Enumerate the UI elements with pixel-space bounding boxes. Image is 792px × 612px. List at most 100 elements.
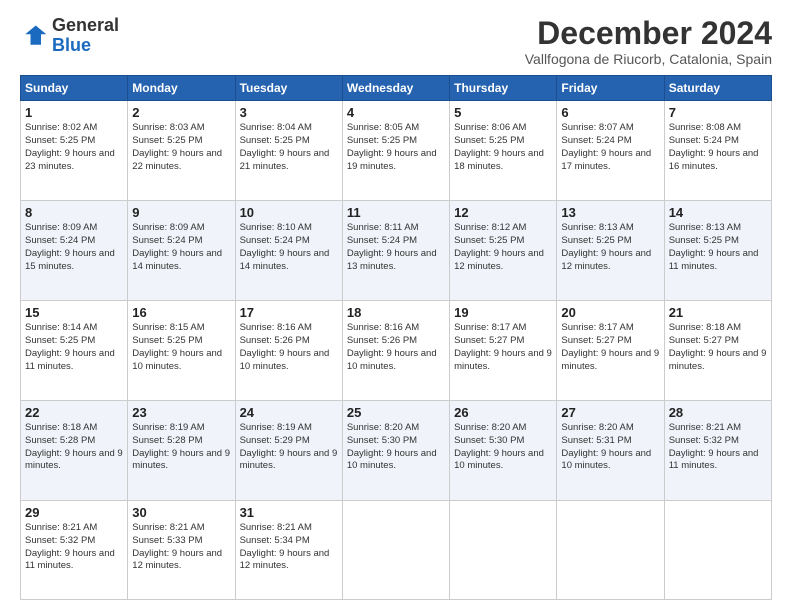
col-friday: Friday — [557, 76, 664, 101]
day-cell-13: 13 Sunrise: 8:13 AM Sunset: 5:25 PM Dayl… — [557, 201, 664, 301]
col-tuesday: Tuesday — [235, 76, 342, 101]
day-info: Sunrise: 8:19 AM Sunset: 5:29 PM Dayligh… — [240, 422, 338, 473]
day-number: 22 — [25, 405, 123, 420]
day-cell-empty — [664, 501, 771, 600]
day-cell-10: 10 Sunrise: 8:10 AM Sunset: 5:24 PM Dayl… — [235, 201, 342, 301]
day-number: 12 — [454, 205, 552, 220]
day-info: Sunrise: 8:10 AM Sunset: 5:24 PM Dayligh… — [240, 222, 338, 273]
header: General Blue December 2024 Vallfogona de… — [20, 16, 772, 67]
day-info: Sunrise: 8:21 AM Sunset: 5:34 PM Dayligh… — [240, 522, 338, 573]
col-thursday: Thursday — [450, 76, 557, 101]
day-info: Sunrise: 8:03 AM Sunset: 5:25 PM Dayligh… — [132, 122, 230, 173]
day-number: 21 — [669, 305, 767, 320]
day-cell-29: 29 Sunrise: 8:21 AM Sunset: 5:32 PM Dayl… — [21, 501, 128, 600]
day-cell-9: 9 Sunrise: 8:09 AM Sunset: 5:24 PM Dayli… — [128, 201, 235, 301]
day-cell-21: 21 Sunrise: 8:18 AM Sunset: 5:27 PM Dayl… — [664, 301, 771, 401]
day-cell-5: 5 Sunrise: 8:06 AM Sunset: 5:25 PM Dayli… — [450, 101, 557, 201]
day-cell-1: 1 Sunrise: 8:02 AM Sunset: 5:25 PM Dayli… — [21, 101, 128, 201]
day-number: 2 — [132, 105, 230, 120]
day-number: 27 — [561, 405, 659, 420]
day-number: 16 — [132, 305, 230, 320]
day-info: Sunrise: 8:09 AM Sunset: 5:24 PM Dayligh… — [132, 222, 230, 273]
day-info: Sunrise: 8:20 AM Sunset: 5:30 PM Dayligh… — [347, 422, 445, 473]
col-monday: Monday — [128, 76, 235, 101]
day-cell-20: 20 Sunrise: 8:17 AM Sunset: 5:27 PM Dayl… — [557, 301, 664, 401]
day-number: 5 — [454, 105, 552, 120]
day-cell-11: 11 Sunrise: 8:11 AM Sunset: 5:24 PM Dayl… — [342, 201, 449, 301]
day-number: 29 — [25, 505, 123, 520]
day-info: Sunrise: 8:21 AM Sunset: 5:32 PM Dayligh… — [669, 422, 767, 473]
day-cell-3: 3 Sunrise: 8:04 AM Sunset: 5:25 PM Dayli… — [235, 101, 342, 201]
logo-text-line1: General — [52, 16, 119, 36]
day-number: 23 — [132, 405, 230, 420]
day-info: Sunrise: 8:06 AM Sunset: 5:25 PM Dayligh… — [454, 122, 552, 173]
day-info: Sunrise: 8:17 AM Sunset: 5:27 PM Dayligh… — [561, 322, 659, 373]
day-number: 18 — [347, 305, 445, 320]
day-cell-empty — [342, 501, 449, 600]
day-info: Sunrise: 8:19 AM Sunset: 5:28 PM Dayligh… — [132, 422, 230, 473]
day-info: Sunrise: 8:17 AM Sunset: 5:27 PM Dayligh… — [454, 322, 552, 373]
day-info: Sunrise: 8:21 AM Sunset: 5:33 PM Dayligh… — [132, 522, 230, 573]
day-cell-empty — [557, 501, 664, 600]
day-info: Sunrise: 8:02 AM Sunset: 5:25 PM Dayligh… — [25, 122, 123, 173]
col-sunday: Sunday — [21, 76, 128, 101]
day-number: 10 — [240, 205, 338, 220]
calendar-table: Sunday Monday Tuesday Wednesday Thursday… — [20, 75, 772, 600]
week-row-3: 15 Sunrise: 8:14 AM Sunset: 5:25 PM Dayl… — [21, 301, 772, 401]
day-info: Sunrise: 8:20 AM Sunset: 5:31 PM Dayligh… — [561, 422, 659, 473]
day-cell-24: 24 Sunrise: 8:19 AM Sunset: 5:29 PM Dayl… — [235, 401, 342, 501]
day-number: 3 — [240, 105, 338, 120]
day-number: 6 — [561, 105, 659, 120]
day-info: Sunrise: 8:12 AM Sunset: 5:25 PM Dayligh… — [454, 222, 552, 273]
day-cell-17: 17 Sunrise: 8:16 AM Sunset: 5:26 PM Dayl… — [235, 301, 342, 401]
col-saturday: Saturday — [664, 76, 771, 101]
day-number: 31 — [240, 505, 338, 520]
day-number: 8 — [25, 205, 123, 220]
day-number: 1 — [25, 105, 123, 120]
day-cell-19: 19 Sunrise: 8:17 AM Sunset: 5:27 PM Dayl… — [450, 301, 557, 401]
col-wednesday: Wednesday — [342, 76, 449, 101]
week-row-1: 1 Sunrise: 8:02 AM Sunset: 5:25 PM Dayli… — [21, 101, 772, 201]
day-info: Sunrise: 8:14 AM Sunset: 5:25 PM Dayligh… — [25, 322, 123, 373]
day-info: Sunrise: 8:18 AM Sunset: 5:28 PM Dayligh… — [25, 422, 123, 473]
day-number: 24 — [240, 405, 338, 420]
day-cell-2: 2 Sunrise: 8:03 AM Sunset: 5:25 PM Dayli… — [128, 101, 235, 201]
day-cell-28: 28 Sunrise: 8:21 AM Sunset: 5:32 PM Dayl… — [664, 401, 771, 501]
day-number: 7 — [669, 105, 767, 120]
day-info: Sunrise: 8:05 AM Sunset: 5:25 PM Dayligh… — [347, 122, 445, 173]
day-number: 19 — [454, 305, 552, 320]
calendar-header-row: Sunday Monday Tuesday Wednesday Thursday… — [21, 76, 772, 101]
day-info: Sunrise: 8:08 AM Sunset: 5:24 PM Dayligh… — [669, 122, 767, 173]
title-block: December 2024 Vallfogona de Riucorb, Cat… — [525, 16, 772, 67]
day-info: Sunrise: 8:18 AM Sunset: 5:27 PM Dayligh… — [669, 322, 767, 373]
day-info: Sunrise: 8:13 AM Sunset: 5:25 PM Dayligh… — [669, 222, 767, 273]
day-info: Sunrise: 8:21 AM Sunset: 5:32 PM Dayligh… — [25, 522, 123, 573]
day-info: Sunrise: 8:09 AM Sunset: 5:24 PM Dayligh… — [25, 222, 123, 273]
day-info: Sunrise: 8:04 AM Sunset: 5:25 PM Dayligh… — [240, 122, 338, 173]
day-number: 26 — [454, 405, 552, 420]
day-cell-7: 7 Sunrise: 8:08 AM Sunset: 5:24 PM Dayli… — [664, 101, 771, 201]
page: General Blue December 2024 Vallfogona de… — [0, 0, 792, 612]
day-info: Sunrise: 8:13 AM Sunset: 5:25 PM Dayligh… — [561, 222, 659, 273]
day-number: 11 — [347, 205, 445, 220]
day-cell-30: 30 Sunrise: 8:21 AM Sunset: 5:33 PM Dayl… — [128, 501, 235, 600]
day-cell-16: 16 Sunrise: 8:15 AM Sunset: 5:25 PM Dayl… — [128, 301, 235, 401]
calendar-body: 1 Sunrise: 8:02 AM Sunset: 5:25 PM Dayli… — [21, 101, 772, 600]
day-info: Sunrise: 8:07 AM Sunset: 5:24 PM Dayligh… — [561, 122, 659, 173]
week-row-5: 29 Sunrise: 8:21 AM Sunset: 5:32 PM Dayl… — [21, 501, 772, 600]
day-cell-15: 15 Sunrise: 8:14 AM Sunset: 5:25 PM Dayl… — [21, 301, 128, 401]
day-info: Sunrise: 8:15 AM Sunset: 5:25 PM Dayligh… — [132, 322, 230, 373]
day-number: 25 — [347, 405, 445, 420]
day-cell-22: 22 Sunrise: 8:18 AM Sunset: 5:28 PM Dayl… — [21, 401, 128, 501]
day-cell-18: 18 Sunrise: 8:16 AM Sunset: 5:26 PM Dayl… — [342, 301, 449, 401]
logo: General Blue — [20, 16, 119, 56]
day-cell-26: 26 Sunrise: 8:20 AM Sunset: 5:30 PM Dayl… — [450, 401, 557, 501]
day-cell-6: 6 Sunrise: 8:07 AM Sunset: 5:24 PM Dayli… — [557, 101, 664, 201]
day-number: 4 — [347, 105, 445, 120]
day-info: Sunrise: 8:11 AM Sunset: 5:24 PM Dayligh… — [347, 222, 445, 273]
day-number: 30 — [132, 505, 230, 520]
day-number: 13 — [561, 205, 659, 220]
day-number: 17 — [240, 305, 338, 320]
day-number: 28 — [669, 405, 767, 420]
day-info: Sunrise: 8:16 AM Sunset: 5:26 PM Dayligh… — [347, 322, 445, 373]
